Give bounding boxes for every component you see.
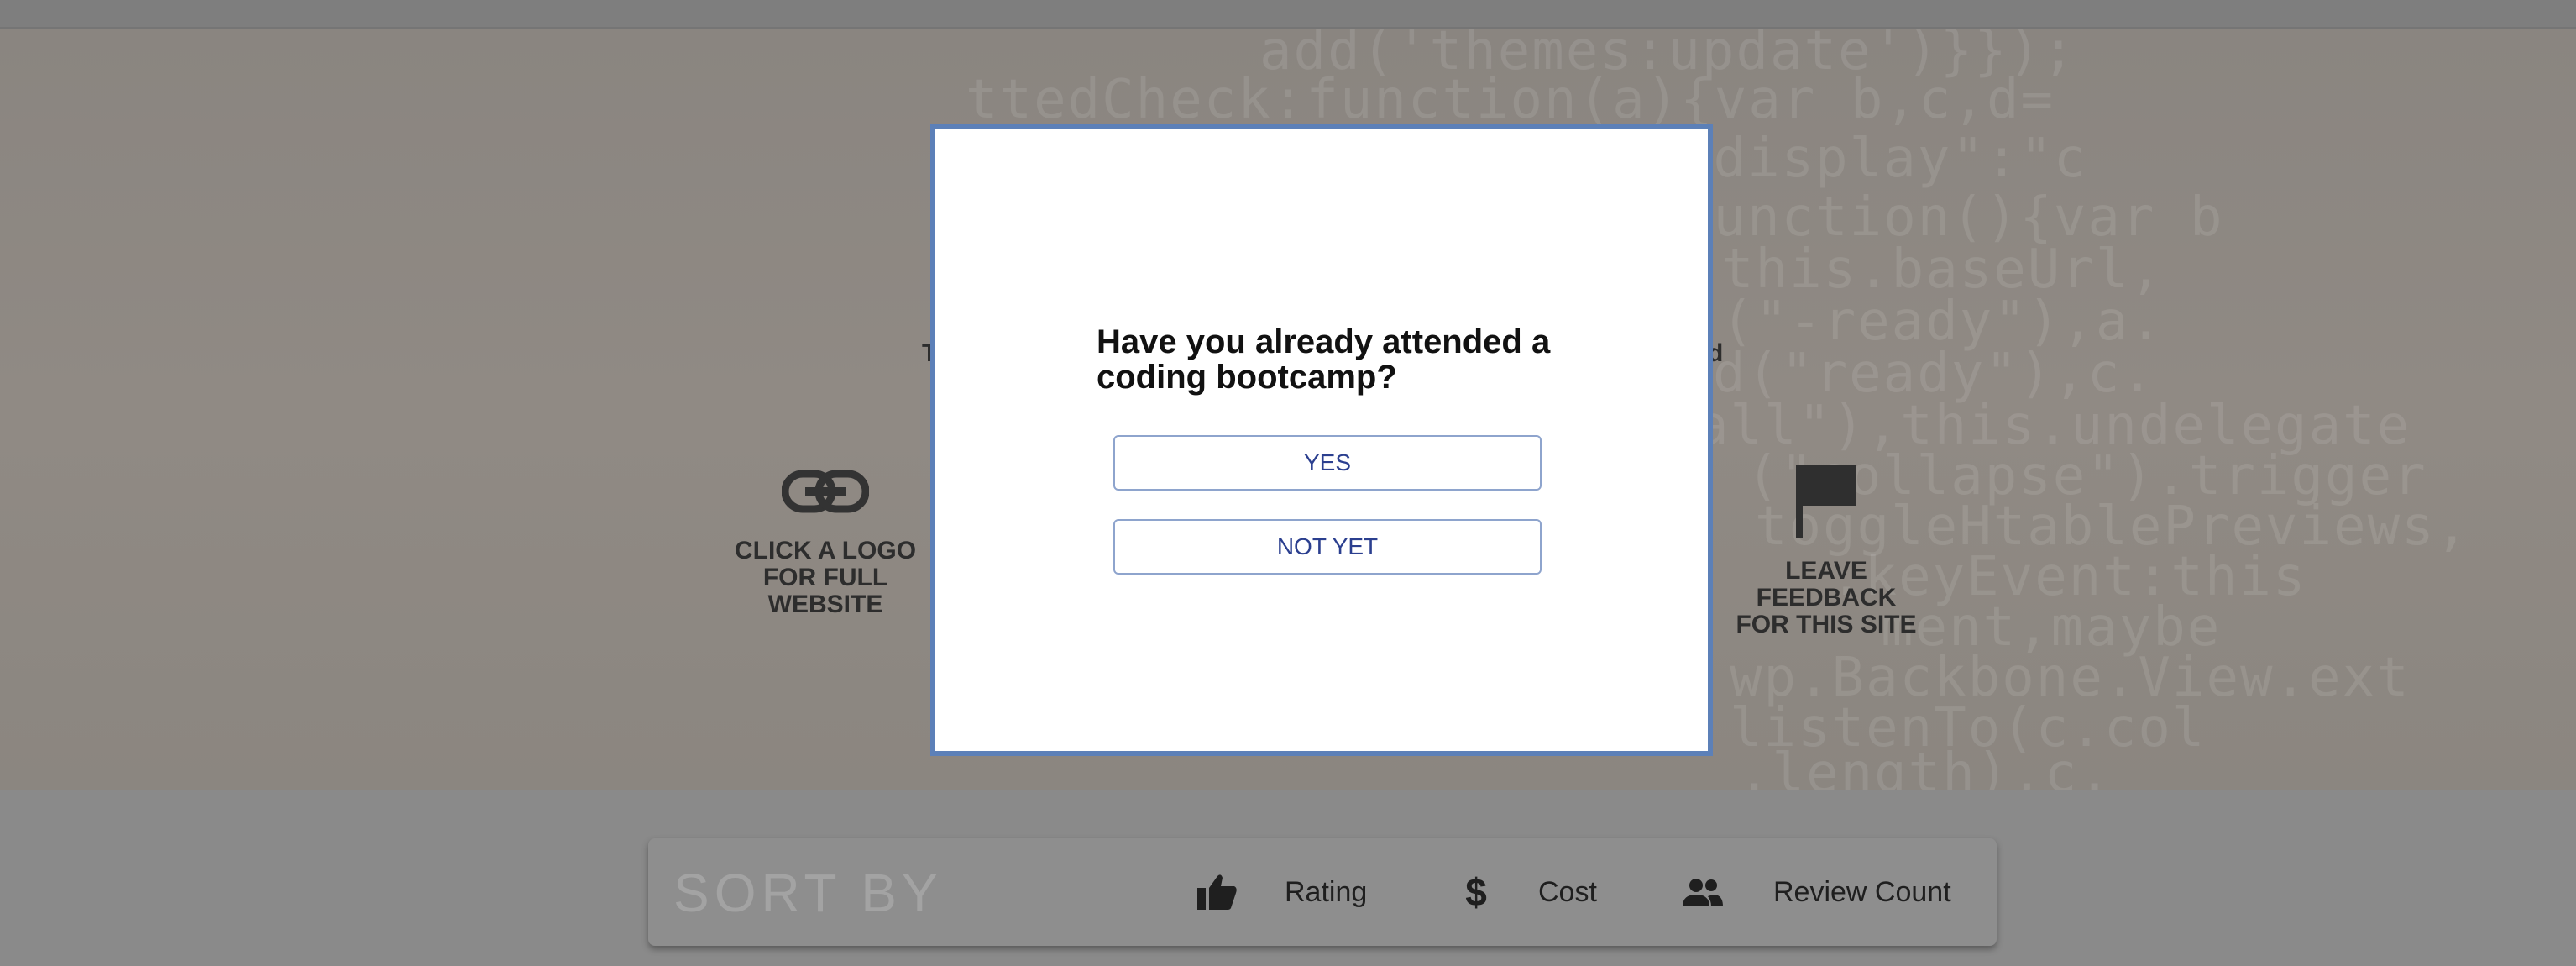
code-background-line: "display":"c [1679,128,2088,190]
sort-bar: SORT BY Rating $ Cost Review Count [648,838,1997,946]
sort-option-label: Rating [1285,875,1368,908]
code-background-line: ttedCheck:function(a){var b,c,d= [966,69,2055,131]
sort-by-rating[interactable]: Rating [1196,838,1367,946]
modal-question: Have you already attended a coding bootc… [1097,323,1551,396]
top-bar [0,0,2576,29]
not-yet-button[interactable]: NOT YET [1113,519,1542,575]
flag-icon [1796,465,1856,538]
leave-feedback-line2: FOR THIS SITE [1736,611,1917,638]
sort-by-review-count[interactable]: Review Count [1683,838,1951,946]
sort-option-label: Review Count [1773,875,1951,908]
sort-by-cost[interactable]: $ Cost [1459,838,1597,946]
bootcamp-survey-modal: Have you already attended a coding bootc… [930,124,1713,756]
dollar-icon: $ [1465,870,1487,914]
click-logo-tile[interactable]: CLICK A LOGO FOR FULL WEBSITE [704,469,947,618]
sort-option-label: Cost [1538,875,1597,908]
click-logo-line1: CLICK A LOGO [734,537,917,564]
people-icon [1683,879,1723,906]
thumbs-up-icon [1197,874,1237,910]
link-icon [782,470,869,513]
click-logo-line2: FOR FULL WEBSITE [762,564,888,618]
yes-button[interactable]: YES [1113,435,1542,491]
leave-feedback-line1: LEAVE FEEDBACK [1756,557,1897,612]
leave-feedback-tile[interactable]: LEAVE FEEDBACK FOR THIS SITE [1713,462,1940,638]
code-background-line: .length),c. [1738,743,2113,790]
sort-by-label: SORT BY [673,863,943,923]
